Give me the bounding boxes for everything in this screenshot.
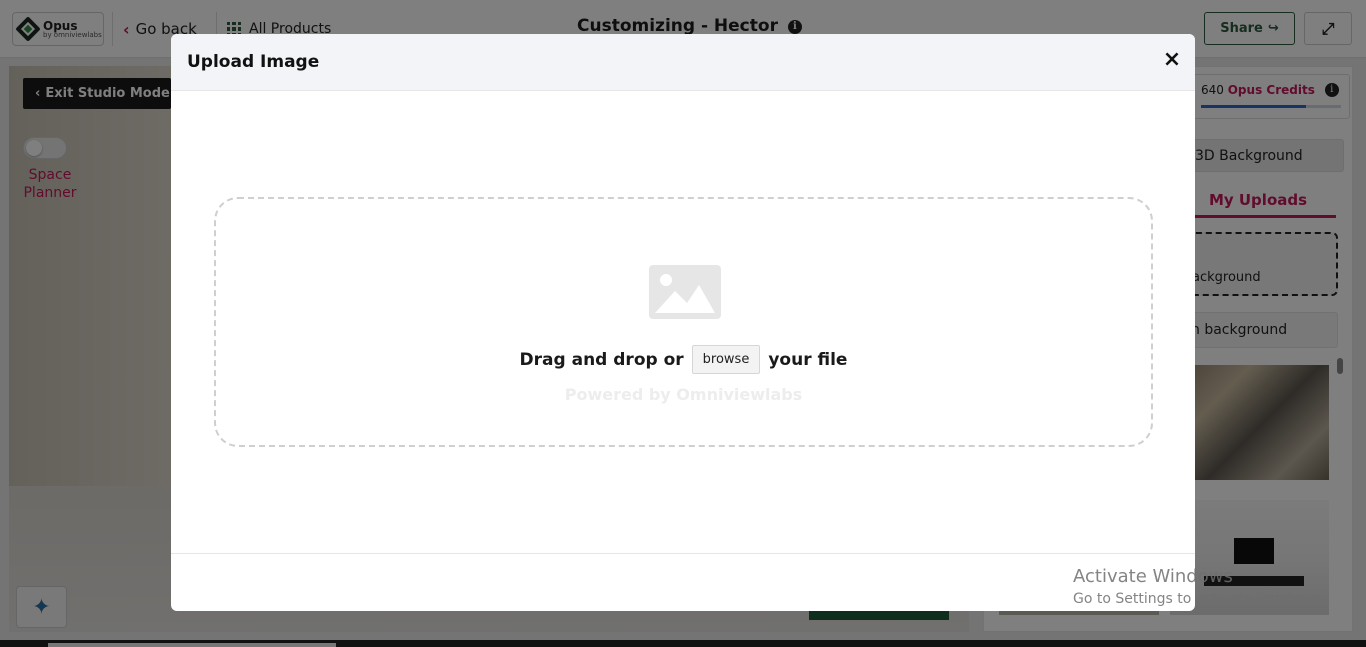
watermark-subtitle: Go to Settings to activate Windows. (1073, 591, 1324, 607)
file-drop-zone[interactable]: Drag and drop or browse your file Powere… (214, 197, 1153, 447)
browse-button[interactable]: browse (691, 345, 761, 374)
modal-footer (171, 553, 1195, 611)
close-icon[interactable]: × (1159, 46, 1185, 74)
image-placeholder-icon (649, 265, 721, 319)
modal-header: Upload Image × (171, 34, 1195, 91)
watermark-title: Activate Windows (1073, 566, 1233, 587)
windows-activation-watermark: Activate Windows Go to Settings to activ… (1073, 566, 1324, 607)
modal-title: Upload Image (187, 52, 320, 72)
upload-image-modal: Upload Image × Drag and drop or browse y… (171, 34, 1195, 611)
powered-by-text: Powered by Omniviewlabs (564, 385, 803, 404)
drop-instructions: Drag and drop or browse your file (216, 345, 1151, 374)
drop-text-after: your file (768, 349, 848, 370)
drop-text-before: Drag and drop or (519, 349, 684, 370)
